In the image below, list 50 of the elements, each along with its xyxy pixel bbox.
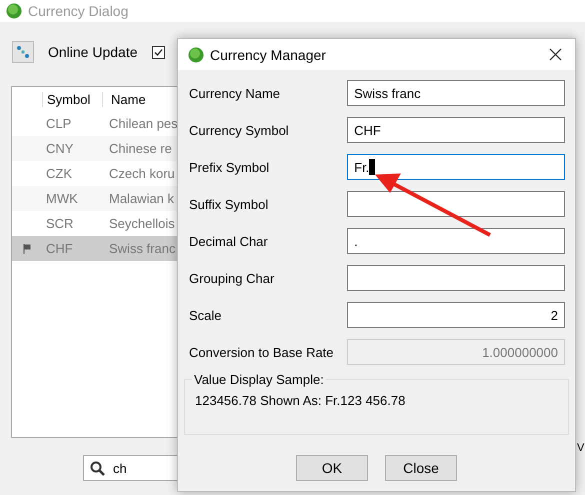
table-cell-text: CLP: [45, 116, 72, 131]
dialog-button[interactable]: Close: [385, 455, 457, 481]
table-cell-text: SCR: [45, 216, 74, 231]
table-cell-text: Seychellois: [108, 216, 175, 231]
field-label: Currency Name: [189, 86, 282, 100]
dialog-button[interactable]: OK: [296, 455, 368, 481]
input-field[interactable]: 2: [347, 302, 565, 328]
input-field[interactable]: [347, 265, 565, 291]
field-label: Scale: [189, 308, 223, 322]
dialog-title: Currency Manager: [210, 46, 327, 62]
column-header[interactable]: Symbol: [42, 92, 102, 106]
table-cell-text: Swiss franc: [108, 241, 176, 256]
table-cell-text: Malawian k: [108, 191, 174, 206]
field-label: Conversion to Base Rate: [189, 344, 335, 360]
group-legend: Value Display Sample:: [192, 372, 326, 387]
table-row[interactable]: CLP Chilean pes: [12, 111, 178, 136]
table-cell-text: MWK: [45, 191, 79, 206]
table-row[interactable]: MWK Malawian k: [12, 186, 178, 211]
field-label: Suffix Symbol: [189, 196, 270, 212]
search-icon: [90, 460, 105, 476]
table-cell-text: CNY: [45, 141, 74, 156]
sample-text: 123456.78 Shown As: Fr.123 456.78: [195, 393, 406, 408]
dots-icon: [16, 45, 30, 59]
label: V: [577, 442, 584, 454]
app-icon: [6, 3, 22, 19]
table-row[interactable]: SCR Seychellois: [12, 211, 178, 236]
input-field[interactable]: .: [347, 228, 565, 254]
app-icon: [188, 46, 204, 62]
table-row[interactable]: CNY Chinese re: [12, 136, 178, 161]
table-row[interactable]: CZK Czech koru: [12, 161, 178, 186]
table-cell-text: Chinese re: [108, 141, 172, 156]
checkbox[interactable]: [152, 46, 165, 58]
field-label: Currency Symbol: [189, 122, 290, 138]
field-label: Decimal Char: [189, 234, 269, 248]
table-cell-text: Chilean pes: [108, 116, 178, 131]
table-cell-text: Czech koru: [108, 166, 175, 181]
column-header[interactable]: Name: [102, 92, 146, 106]
input-field[interactable]: CHF: [347, 117, 565, 143]
table-cell-text: CZK: [45, 166, 73, 181]
window-title: Currency Dialog: [28, 3, 128, 19]
text-cursor: [369, 159, 376, 175]
input-field[interactable]: Swiss franc: [347, 80, 565, 106]
input-field[interactable]: [347, 191, 565, 217]
input-field[interactable]: Fr.: [347, 154, 565, 180]
online-update-label: Online Update: [48, 44, 138, 60]
table-cell-text: CHF: [45, 241, 74, 256]
field-label: Prefix Symbol: [189, 160, 270, 174]
field-label: Grouping Char: [189, 270, 276, 286]
input-field[interactable]: 1.000000000: [347, 339, 565, 365]
online-update-button[interactable]: [12, 41, 34, 63]
